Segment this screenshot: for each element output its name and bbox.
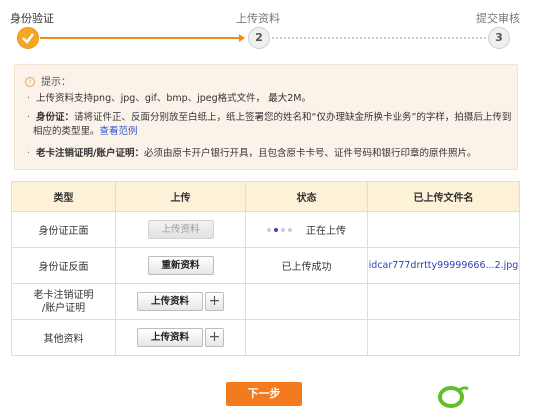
hint-line-idcard-cont: 相应的类型里。查看范例 bbox=[33, 126, 138, 137]
step-label-submit: 提交审核 bbox=[476, 12, 520, 25]
step3-number: 3 bbox=[488, 27, 510, 49]
table-header-row: 类型 上传 状态 已上传文件名 bbox=[11, 181, 520, 212]
filename-cell: idcar777drrtty99999666...2.jpg bbox=[367, 247, 520, 284]
header-filename: 已上传文件名 bbox=[367, 181, 520, 212]
table-row: 身份证正面 上传资料 正在上传 bbox=[11, 211, 520, 248]
upload-cell: 上传资料 + bbox=[115, 283, 246, 320]
add-file-button[interactable]: + bbox=[205, 328, 224, 347]
upload-table: 类型 上传 状态 已上传文件名 身份证正面 上传资料 正在上传 身份证反面 重新… bbox=[11, 181, 520, 356]
type-cell: 身份证正面 bbox=[11, 211, 116, 248]
watermark-logo bbox=[438, 386, 469, 408]
progress-line-active bbox=[40, 37, 240, 39]
upload-button-disabled[interactable]: 上传资料 bbox=[147, 220, 214, 239]
hint-line-idcard: · 身份证：请将证件正、反面分别放至白纸上，纸上签署您的姓名和“仅办理缺金所换卡业… bbox=[27, 112, 512, 123]
step-label-upload: 上传资料 bbox=[236, 12, 280, 25]
uploaded-file-link[interactable]: idcar777drrtty99999666...2.jpg bbox=[369, 260, 519, 271]
step2-number: 2 bbox=[248, 27, 270, 49]
step-label-identity: 身份验证 bbox=[10, 12, 54, 25]
upload-cell: 上传资料 + bbox=[115, 319, 246, 356]
progress-arrow-icon bbox=[239, 34, 245, 42]
header-type: 类型 bbox=[11, 181, 116, 212]
progress-steps: 身份验证 上传资料 提交审核 2 3 bbox=[0, 0, 542, 56]
filename-cell bbox=[367, 319, 520, 356]
header-status: 状态 bbox=[245, 181, 368, 212]
upload-cell: 重新资料 bbox=[115, 247, 246, 284]
reupload-button[interactable]: 重新资料 bbox=[147, 256, 214, 275]
view-example-link[interactable]: 查看范例 bbox=[100, 126, 138, 137]
hint-title: ! 提示： bbox=[25, 73, 71, 88]
upload-button[interactable]: 上传资料 bbox=[137, 328, 203, 347]
next-step-button[interactable]: 下一步 bbox=[226, 382, 302, 406]
type-cell: 身份证反面 bbox=[11, 247, 116, 284]
upload-button[interactable]: 上传资料 bbox=[137, 292, 203, 311]
loading-spinner-icon bbox=[267, 227, 292, 232]
status-text: 正在上传 bbox=[306, 226, 346, 237]
table-row: 其他资料 上传资料 + bbox=[11, 319, 520, 356]
hint-box: ! 提示： · 上传资料支持png、jpg、gif、bmp、jpeg格式文件， 最大… bbox=[14, 64, 518, 170]
table-row: 老卡注销证明 /账户证明 上传资料 + bbox=[11, 283, 520, 320]
status-cell: 正在上传 bbox=[245, 211, 368, 248]
status-cell bbox=[245, 319, 368, 356]
type-cell: 其他资料 bbox=[11, 319, 116, 356]
filename-cell bbox=[367, 211, 520, 248]
add-file-button[interactable]: + bbox=[205, 292, 224, 311]
upload-cell: 上传资料 bbox=[115, 211, 246, 248]
filename-cell bbox=[367, 283, 520, 320]
step1-check-icon bbox=[17, 27, 39, 49]
hint-line-oldcard: · 老卡注销证明/账户证明：必须由原卡开户银行开具，且包含原卡卡号、证件号码和银行… bbox=[27, 148, 477, 159]
type-cell: 老卡注销证明 /账户证明 bbox=[11, 283, 116, 320]
info-icon: ! bbox=[25, 77, 35, 87]
progress-line-pending bbox=[272, 37, 486, 39]
hint-line-formats: · 上传资料支持png、jpg、gif、bmp、jpeg格式文件， 最大2M。 bbox=[27, 93, 311, 104]
status-cell bbox=[245, 283, 368, 320]
header-upload: 上传 bbox=[115, 181, 246, 212]
table-row: 身份证反面 重新资料 已上传成功 idcar777drrtty99999666.… bbox=[11, 247, 520, 284]
status-text: 已上传成功 bbox=[245, 247, 368, 284]
